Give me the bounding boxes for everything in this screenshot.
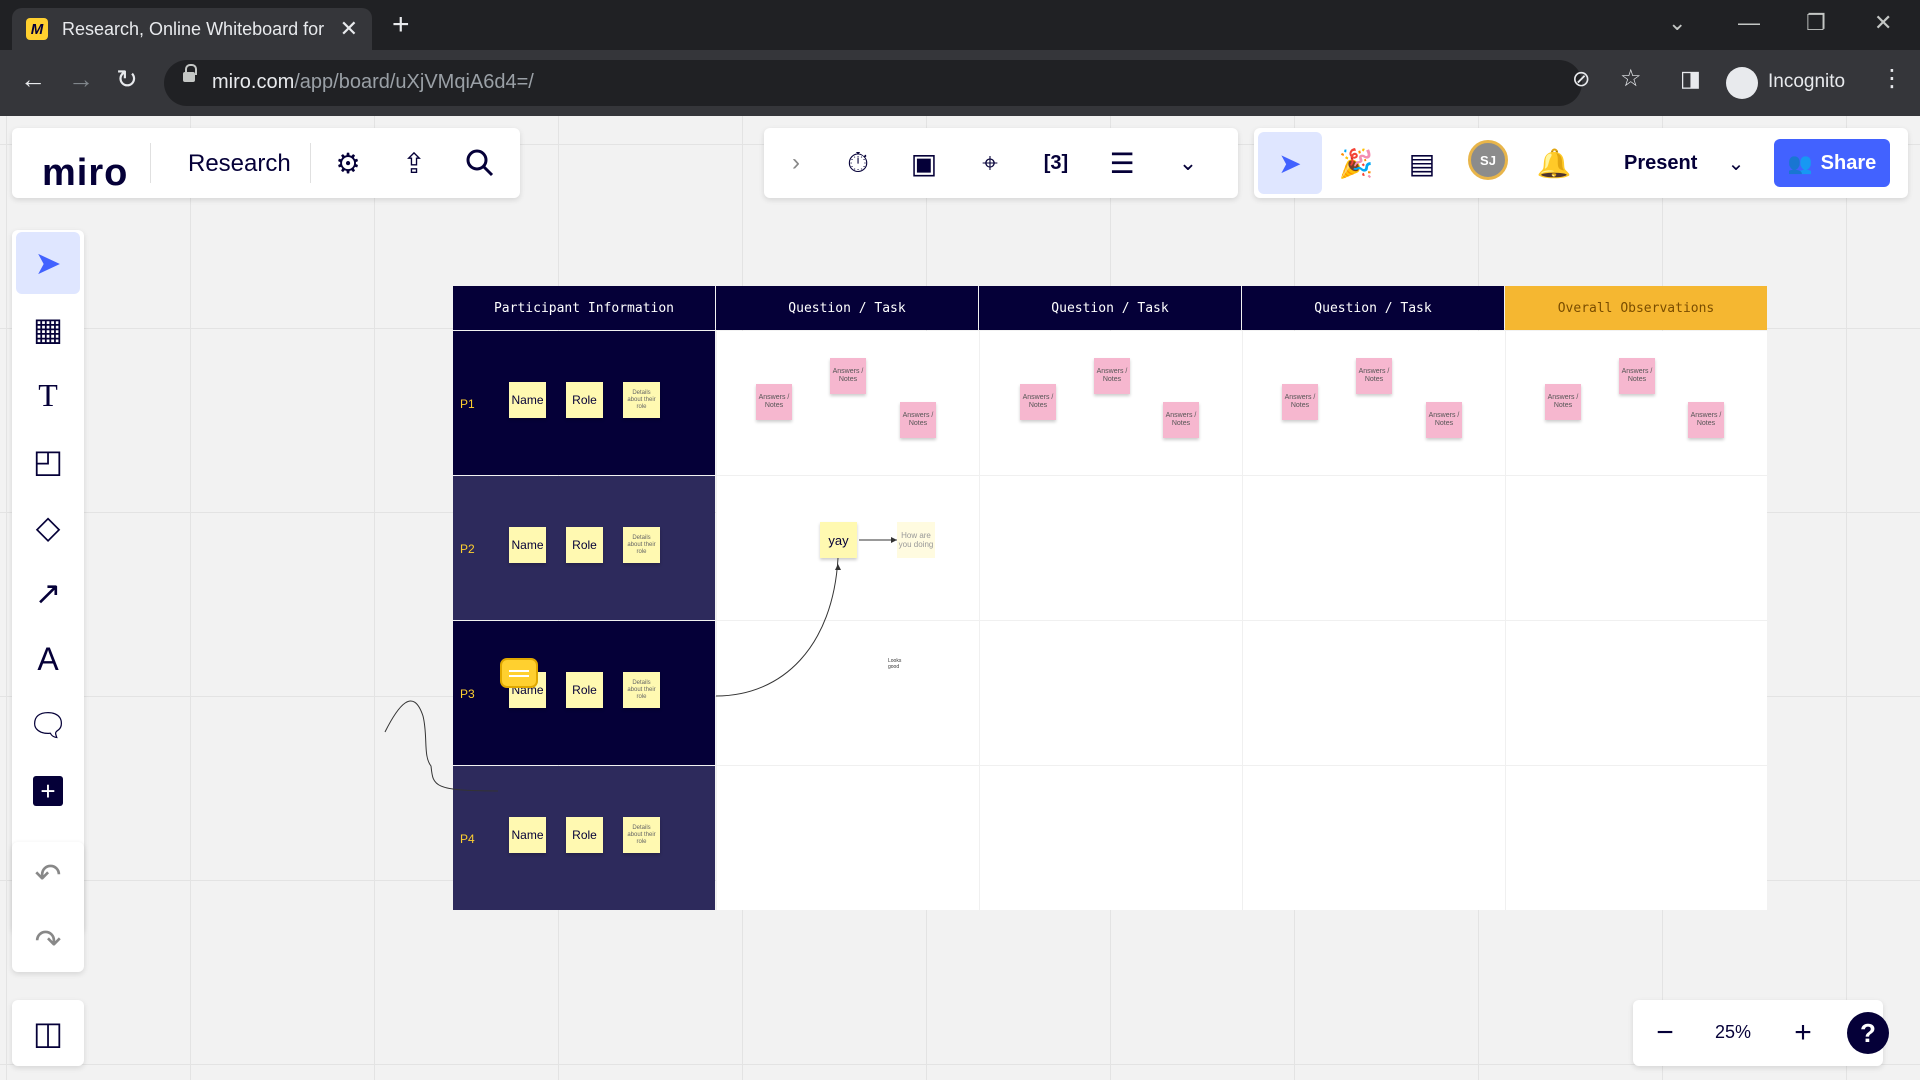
zoom-level[interactable]: 25% — [1715, 1022, 1751, 1043]
connector-arrowhead — [891, 537, 897, 543]
redo-icon[interactable]: ↷ — [16, 910, 80, 972]
present-options-chevron-icon[interactable]: ⌄ — [1714, 141, 1758, 185]
text-tool-icon[interactable]: T — [16, 364, 80, 426]
lock-icon[interactable] — [183, 64, 197, 82]
browser-tab-bar: M Research, Online Whiteboard for ✕ + ⌄ … — [0, 0, 1920, 50]
freehand-drawing — [384, 700, 499, 792]
chevron-right-icon[interactable]: › — [774, 141, 818, 185]
zoom-controls: − 25% + — [1633, 1000, 1883, 1066]
templates-icon[interactable]: ▦ — [16, 298, 80, 360]
timer-icon[interactable]: ⏱ — [836, 141, 880, 185]
board-header-panel: miro Research ⚙ ⇪ — [12, 128, 520, 198]
miro-favicon-icon: M — [26, 18, 48, 40]
help-icon[interactable]: ? — [1847, 1012, 1889, 1054]
settings-gear-icon[interactable]: ⚙ — [326, 141, 370, 185]
bookmark-star-icon[interactable]: ☆ — [1620, 66, 1642, 92]
notes-document-icon[interactable]: ☰ — [1100, 141, 1144, 185]
divider — [150, 143, 151, 183]
connector-line — [715, 557, 839, 697]
shapes-icon[interactable]: ◇ — [16, 496, 80, 558]
frames-sidebar-icon[interactable]: ◫ — [16, 1002, 80, 1064]
forward-icon[interactable]: → — [68, 66, 94, 92]
new-tab-button[interactable]: + — [392, 10, 410, 40]
url-text[interactable]: miro.com/app/board/uXjVMqiA6d4=/ — [212, 71, 534, 94]
browser-menu-icon[interactable]: ⋮ — [1880, 66, 1904, 92]
focus-icon[interactable]: ⌖ — [968, 141, 1012, 185]
video-frame-icon[interactable]: ▣ — [902, 141, 946, 185]
sticky-note-icon[interactable]: ◰ — [16, 430, 80, 492]
voting-counter-icon[interactable]: [3] — [1034, 141, 1078, 185]
board-canvas[interactable]: miro Research ⚙ ⇪ › ⏱ ▣ ⌖ [3] ☰ ⌄ ➤ 🎉 ▤ … — [0, 116, 1920, 1080]
zoom-out-icon[interactable]: − — [1643, 1011, 1687, 1055]
connection-line-icon[interactable]: ↗ — [16, 562, 80, 624]
share-panel: ➤ 🎉 ▤ SJ 🔔 Present ⌄ 👥 Share — [1254, 128, 1908, 198]
eye-off-icon[interactable]: ⊘ — [1572, 66, 1590, 92]
present-button[interactable]: Present — [1624, 152, 1697, 175]
tab-title: Research, Online Whiteboard for — [62, 18, 324, 39]
users-icon: 👥 — [1787, 152, 1813, 175]
select-cursor-icon[interactable]: ➤ — [16, 232, 80, 294]
miro-logo[interactable]: miro — [42, 152, 128, 195]
more-apps-plus-icon[interactable]: + — [16, 760, 80, 822]
more-chevrons-down-icon[interactable]: ⌄ — [1166, 141, 1210, 185]
connectors-svg — [384, 537, 897, 792]
board-name[interactable]: Research — [188, 150, 291, 178]
close-window-icon[interactable]: ✕ — [1874, 10, 1892, 36]
reload-icon[interactable]: ↻ — [116, 66, 138, 92]
share-button[interactable]: 👥 Share — [1774, 139, 1890, 187]
cursor-follow-icon[interactable]: ➤ — [1258, 132, 1322, 194]
notifications-bell-icon[interactable]: 🔔 — [1532, 141, 1576, 185]
zoom-in-icon[interactable]: + — [1781, 1011, 1825, 1055]
side-panel-icon[interactable]: ◨ — [1680, 66, 1701, 92]
search-icon[interactable] — [458, 141, 502, 185]
undo-icon[interactable]: ↶ — [16, 844, 80, 906]
collaboration-toolbar: › ⏱ ▣ ⌖ [3] ☰ ⌄ — [764, 128, 1238, 198]
tab-search-icon[interactable]: ⌄ — [1668, 10, 1686, 36]
comments-icon[interactable]: ▤ — [1400, 141, 1444, 185]
connector-arrowhead — [835, 564, 841, 570]
restore-icon[interactable]: ❐ — [1806, 10, 1826, 36]
divider — [310, 143, 311, 183]
export-upload-icon[interactable]: ⇪ — [392, 141, 436, 185]
incognito-icon[interactable] — [1726, 67, 1758, 99]
minimize-icon[interactable]: — — [1738, 10, 1760, 36]
incognito-label: Incognito — [1768, 71, 1846, 92]
reactions-party-icon[interactable]: 🎉 — [1334, 141, 1378, 185]
close-tab-icon[interactable]: ✕ — [340, 16, 358, 42]
browser-tab[interactable]: M Research, Online Whiteboard for ✕ — [12, 8, 372, 50]
back-icon[interactable]: ← — [20, 66, 46, 92]
comment-icon[interactable]: 🗨 — [16, 694, 80, 756]
pen-icon[interactable]: A — [16, 628, 80, 690]
share-label: Share — [1820, 151, 1877, 174]
user-avatar[interactable]: SJ — [1468, 140, 1508, 180]
